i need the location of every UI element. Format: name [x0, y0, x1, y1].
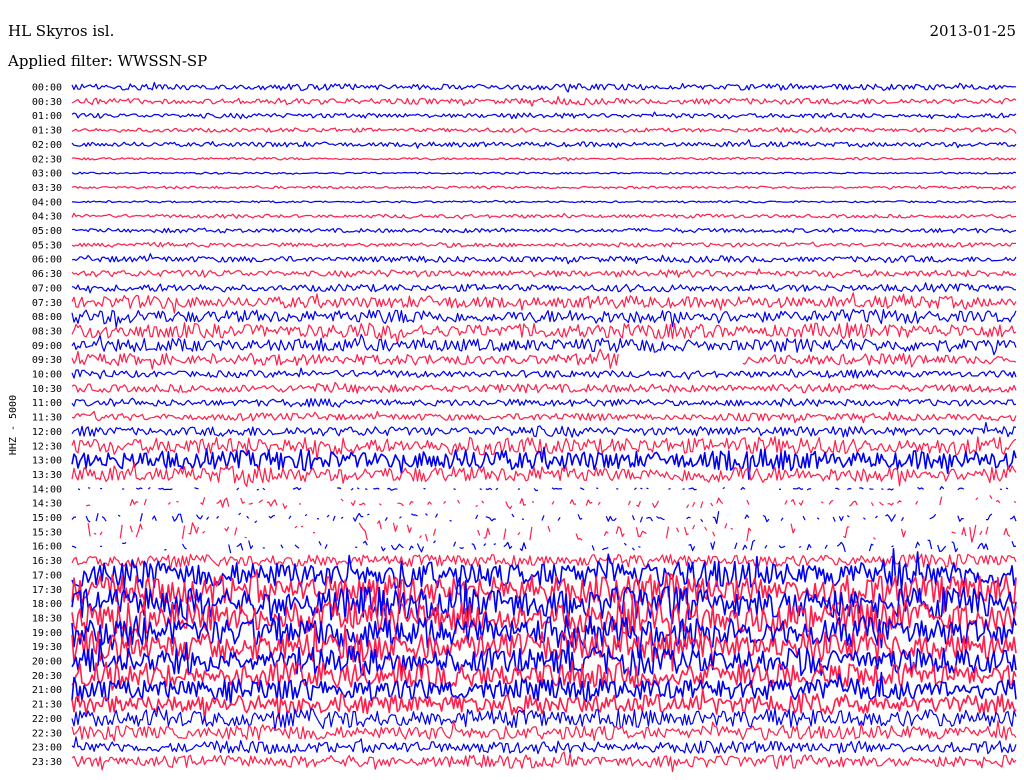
time-tick-label: 19:00 [32, 628, 62, 639]
time-tick-label: 04:00 [32, 197, 62, 208]
time-tick-label: 15:30 [32, 527, 62, 538]
time-tick-label: 13:30 [32, 470, 62, 481]
time-tick-label: 18:00 [32, 599, 62, 610]
time-tick-label: 07:00 [32, 283, 62, 294]
time-tick-label: 09:30 [32, 355, 62, 366]
time-tick-label: 07:30 [32, 298, 62, 309]
time-tick-label: 06:30 [32, 269, 62, 280]
time-tick-label: 01:30 [32, 126, 62, 137]
time-tick-label: 14:00 [32, 484, 62, 495]
time-tick-label: 17:30 [32, 585, 62, 596]
time-tick-label: 22:00 [32, 714, 62, 725]
time-tick-label: 00:00 [32, 83, 62, 94]
time-tick-label: 19:30 [32, 642, 62, 653]
time-tick-label: 16:30 [32, 556, 62, 567]
time-tick-label: 00:30 [32, 97, 62, 108]
time-tick-label: 02:00 [32, 140, 62, 151]
time-tick-label: 17:00 [32, 570, 62, 581]
time-tick-label: 23:00 [32, 743, 62, 754]
time-tick-label: 15:00 [32, 513, 62, 524]
time-tick-label: 09:00 [32, 341, 62, 352]
time-tick-label: 03:30 [32, 183, 62, 194]
time-tick-label: 10:00 [32, 370, 62, 381]
station-title: HL Skyros isl. [8, 22, 114, 40]
time-tick-label: 20:30 [32, 671, 62, 682]
time-tick-label: 11:00 [32, 398, 62, 409]
time-tick-label: 12:30 [32, 441, 62, 452]
time-tick-label: 03:00 [32, 169, 62, 180]
filter-label: Applied filter: WWSSN-SP [7, 52, 207, 70]
time-tick-label: 06:00 [32, 255, 62, 266]
date-label: 2013-01-25 [930, 22, 1016, 40]
helicorder-plot: HL Skyros isl. 2013-01-25 Applied filter… [0, 0, 1024, 780]
time-tick-label: 05:30 [32, 240, 62, 251]
time-tick-label: 20:00 [32, 657, 62, 668]
time-tick-label: 08:30 [32, 326, 62, 337]
time-tick-label: 23:30 [32, 757, 62, 768]
time-tick-label: 18:30 [32, 613, 62, 624]
time-tick-label: 04:30 [32, 212, 62, 223]
time-tick-label: 13:00 [32, 456, 62, 467]
time-tick-label: 02:30 [32, 154, 62, 165]
time-tick-label: 11:30 [32, 413, 62, 424]
time-tick-label: 21:30 [32, 700, 62, 711]
time-tick-label: 22:30 [32, 728, 62, 739]
time-tick-label: 01:00 [32, 111, 62, 122]
time-tick-label: 05:00 [32, 226, 62, 237]
time-tick-label: 16:00 [32, 542, 62, 553]
time-tick-label: 10:30 [32, 384, 62, 395]
time-tick-label: 21:00 [32, 685, 62, 696]
time-tick-label: 14:30 [32, 499, 62, 510]
time-tick-label: 08:00 [32, 312, 62, 323]
y-axis-label: HHZ - 5000 [8, 395, 19, 455]
time-tick-label: 12:00 [32, 427, 62, 438]
